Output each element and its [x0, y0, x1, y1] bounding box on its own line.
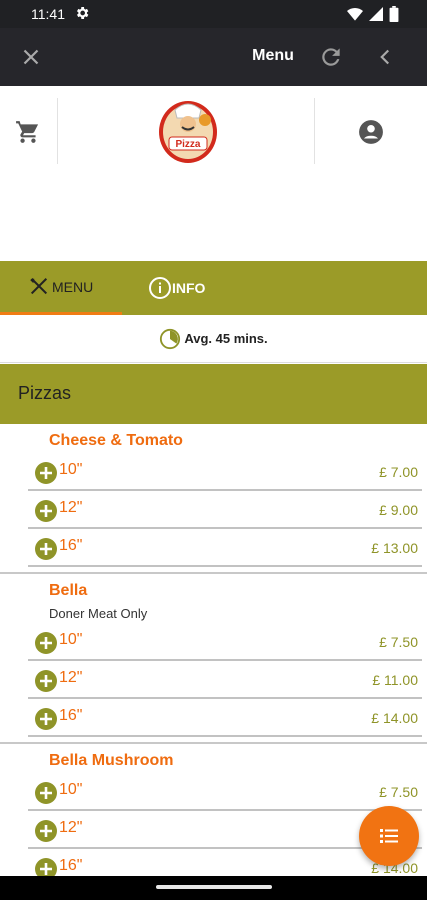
product-option-row[interactable]: 12" £ 9.00 — [28, 491, 422, 529]
delivery-time-text: Avg. 45 mins. — [184, 331, 268, 346]
option-price: £ 7.50 — [379, 634, 418, 650]
option-size: 10" — [59, 631, 83, 648]
page-title: Menu — [252, 47, 294, 64]
product-option-row[interactable]: 10" £ 7.50 — [28, 623, 422, 661]
product-option-row[interactable]: 12" £ 11.00 — [28, 661, 422, 699]
home-gesture-handle[interactable] — [156, 885, 272, 889]
chevron-left-icon[interactable] — [372, 44, 398, 70]
product-description: Doner Meat Only — [49, 606, 148, 621]
account-icon[interactable] — [358, 119, 384, 145]
battery-icon — [389, 6, 399, 22]
tab-menu[interactable]: MENU — [0, 261, 122, 315]
category-header[interactable]: Pizzas — [0, 364, 427, 424]
option-size: 10" — [59, 781, 83, 798]
restaurant-logo: Pizza — [159, 101, 217, 163]
option-price: £ 9.00 — [379, 502, 418, 518]
cutlery-icon — [30, 277, 48, 294]
add-plus-icon[interactable] — [35, 820, 57, 842]
info-icon — [149, 277, 171, 299]
signal-icon — [369, 7, 383, 21]
cart-icon[interactable] — [15, 119, 41, 145]
restaurant-header: Pizza — [0, 86, 427, 260]
list-icon — [380, 829, 398, 843]
option-size: 16" — [59, 707, 83, 724]
add-plus-icon[interactable] — [35, 632, 57, 654]
option-price: £ 7.00 — [379, 464, 418, 480]
add-plus-icon[interactable] — [35, 708, 57, 730]
add-plus-icon[interactable] — [35, 782, 57, 804]
product-divider — [0, 572, 427, 574]
menu-list-button[interactable] — [359, 806, 419, 866]
add-plus-icon[interactable] — [35, 500, 57, 522]
settings-gear-icon — [77, 7, 89, 19]
delivery-time: Avg. 45 mins. — [0, 315, 427, 363]
product-name: Cheese & Tomato — [49, 432, 183, 449]
add-plus-icon[interactable] — [35, 670, 57, 692]
tab-bar: MENU INFO — [0, 261, 427, 315]
product-option-row[interactable]: 10" £ 7.50 — [28, 773, 422, 811]
option-size: 12" — [59, 819, 83, 836]
category-name: Pizzas — [18, 383, 72, 403]
close-icon[interactable] — [18, 44, 44, 70]
add-plus-icon[interactable] — [35, 462, 57, 484]
app-bar: Menu — [0, 28, 427, 86]
option-size: 12" — [59, 499, 83, 516]
option-price: £ 11.00 — [372, 672, 418, 688]
header-divider — [57, 98, 58, 164]
option-price: £ 7.50 — [379, 784, 418, 800]
tab-info[interactable]: INFO — [148, 261, 268, 315]
timer-icon — [160, 328, 181, 349]
status-time: 11:41 — [31, 6, 65, 22]
product-name: Bella — [49, 582, 88, 599]
option-price: £ 13.00 — [371, 540, 418, 556]
option-size: 12" — [59, 669, 83, 686]
wifi-icon — [347, 7, 363, 21]
option-size: 16" — [59, 857, 83, 874]
option-price: £ 14.00 — [371, 710, 418, 726]
option-size: 10" — [59, 461, 83, 478]
product-option-row[interactable]: 16" £ 13.00 — [28, 529, 422, 567]
product-name: Bella Mushroom — [49, 752, 174, 769]
option-size: 16" — [59, 537, 83, 554]
refresh-icon[interactable] — [318, 44, 344, 70]
add-plus-icon[interactable] — [35, 538, 57, 560]
header-divider — [314, 98, 315, 164]
logo-text: Pizza — [175, 139, 200, 150]
product-divider — [0, 742, 427, 744]
tab-info-label: INFO — [172, 280, 206, 296]
status-bar: 11:41 — [0, 0, 427, 28]
tab-menu-label: MENU — [52, 278, 94, 295]
system-nav-bar — [0, 876, 427, 900]
product-option-row[interactable]: 16" £ 14.00 — [28, 699, 422, 737]
product-option-row[interactable]: 10" £ 7.00 — [28, 453, 422, 491]
